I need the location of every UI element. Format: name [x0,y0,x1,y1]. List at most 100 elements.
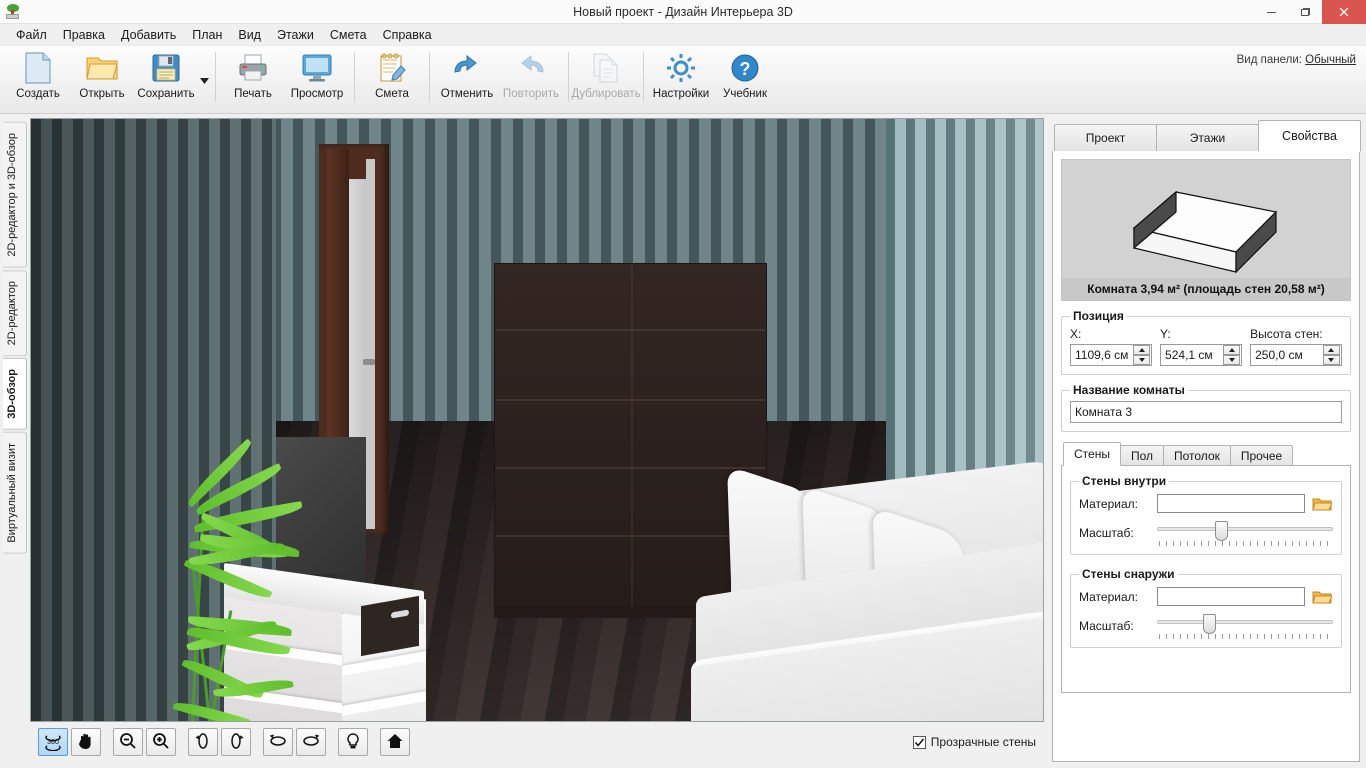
inner-walls-browse-button[interactable] [1311,496,1333,512]
tutorial-button[interactable]: ? Учебник [713,46,777,110]
menu-item-file[interactable]: Файл [8,26,55,44]
spinner-up-icon[interactable] [1223,345,1240,355]
toolbar-separator [215,52,216,102]
inner-walls-material-swatch[interactable] [1157,494,1305,513]
panel-view-setting: Вид панели: Обычный [1237,54,1356,66]
tab-floor[interactable]: Пол [1120,445,1164,466]
sidebar-item-2d-editor[interactable]: 2D-редактор [3,270,27,356]
new-document-icon [23,51,53,85]
menu-item-floors[interactable]: Этажи [269,26,322,44]
tilt-up-button[interactable] [263,728,293,756]
home-view-button[interactable] [380,728,410,756]
wall-height-spin-arrows[interactable] [1323,345,1340,365]
open-folder-icon [1312,589,1332,605]
tab-ceiling[interactable]: Потолок [1163,445,1231,466]
transparent-walls-control[interactable]: Прозрачные стены [913,735,1036,749]
outer-walls-scale-slider[interactable] [1157,613,1333,639]
print-button-label: Печать [234,88,272,100]
minimize-icon[interactable] [1254,0,1288,24]
position-x-value[interactable]: 1109,6 см [1071,348,1133,362]
wall-height-field: Высота стен: 250,0 см [1250,327,1342,366]
menu-item-help[interactable]: Справка [375,26,440,44]
inner-walls-scale-slider[interactable] [1157,520,1333,546]
open-button[interactable]: Открыть [70,46,134,110]
inner-walls-scale-thumb[interactable] [1215,521,1228,541]
sidebar-item-3d-view[interactable]: 3D-обзор [3,358,27,430]
rotate-left-button[interactable] [188,728,218,756]
spinner-up-icon[interactable] [1323,345,1340,355]
menu-item-estimate[interactable]: Смета [322,26,375,44]
properties-panel: Проект Этажи Свойства Комната 3,94 м² (п… [1050,114,1366,762]
estimate-button[interactable]: Смета [360,46,424,110]
panel-view-link[interactable]: Обычный [1305,54,1356,66]
position-y-stepper[interactable]: 524,1 см [1160,344,1242,366]
zoom-in-button[interactable] [146,728,176,756]
position-x-stepper[interactable]: 1109,6 см [1070,344,1152,366]
3d-viewport[interactable] [30,118,1044,722]
menu-item-plan[interactable]: План [184,26,230,44]
toolbar-separator [429,52,430,102]
position-x-label: X: [1070,327,1152,341]
position-y-field: Y: 524,1 см [1160,327,1242,366]
tab-project[interactable]: Проект [1054,124,1157,152]
menu-item-view[interactable]: Вид [230,26,269,44]
menu-item-edit[interactable]: Правка [55,26,113,44]
menu-item-add[interactable]: Добавить [113,26,184,44]
redo-button-label: Повторить [503,88,559,100]
spinner-down-icon[interactable] [1133,355,1150,365]
new-button[interactable]: Создать [6,46,70,110]
rotate-right-button[interactable] [221,728,251,756]
monitor-preview-icon [301,51,333,85]
save-dropdown-button[interactable] [198,46,210,110]
room-preview-caption: Комната 3,94 м² (площадь стен 20,58 м²) [1062,278,1350,300]
room-name-input[interactable]: Комната 3 [1070,401,1342,423]
zoom-out-icon [119,732,137,753]
tab-floors[interactable]: Этажи [1156,124,1259,152]
transparent-walls-label: Прозрачные стены [931,735,1036,749]
tilt-down-button[interactable] [296,728,326,756]
light-button[interactable] [338,728,368,756]
duplicate-button[interactable]: Дублировать [574,46,638,110]
settings-button[interactable]: Настройки [649,46,713,110]
new-button-label: Создать [16,88,60,100]
position-x-spin-arrows[interactable] [1133,345,1150,365]
panel-view-label: Вид панели: [1237,54,1302,66]
outer-walls-material-swatch[interactable] [1157,587,1305,606]
open-button-label: Открыть [79,88,124,100]
orbit-360-button[interactable]: 360 [38,728,68,756]
window-title: Новый проект - Дизайн Интерьера 3D [0,5,1366,19]
chevron-down-icon [200,73,209,87]
outer-walls-scale-thumb[interactable] [1203,614,1216,634]
pan-button[interactable] [71,728,101,756]
undo-button-label: Отменить [441,88,494,100]
window-controls [1254,0,1366,24]
sidebar-item-virtual-visit[interactable]: Виртуальный визит [3,432,27,554]
inner-walls-material-row: Материал: [1079,494,1333,513]
preview-button-label: Просмотр [291,88,344,100]
sidebar-item-2d-editor-and-3d-view[interactable]: 2D-редактор и 3D-обзор [3,122,27,268]
zoom-out-button[interactable] [113,728,143,756]
left-tab-strip: 2D-редактор и 3D-обзор 2D-редактор 3D-об… [0,114,30,762]
3d-scene-render [31,119,1043,721]
tab-properties[interactable]: Свойства [1258,120,1361,152]
wall-height-value[interactable]: 250,0 см [1251,348,1323,362]
preview-button[interactable]: Просмотр [285,46,349,110]
position-y-value[interactable]: 524,1 см [1161,348,1223,362]
position-y-spin-arrows[interactable] [1223,345,1240,365]
spinner-down-icon[interactable] [1223,355,1240,365]
close-icon[interactable] [1322,0,1366,24]
panel-tab-row: Проект Этажи Свойства [1052,120,1360,152]
spinner-down-icon[interactable] [1323,355,1340,365]
tab-walls[interactable]: Стены [1063,442,1121,466]
transparent-walls-checkbox[interactable] [913,736,926,749]
spinner-up-icon[interactable] [1133,345,1150,355]
print-button[interactable]: Печать [221,46,285,110]
position-x-field: X: 1109,6 см [1070,327,1152,366]
tab-other[interactable]: Прочее [1230,445,1293,466]
undo-button[interactable]: Отменить [435,46,499,110]
outer-walls-browse-button[interactable] [1311,589,1333,605]
save-button[interactable]: Сохранить [134,46,198,110]
wall-height-stepper[interactable]: 250,0 см [1250,344,1342,366]
maximize-icon[interactable] [1288,0,1322,24]
redo-button[interactable]: Повторить [499,46,563,110]
